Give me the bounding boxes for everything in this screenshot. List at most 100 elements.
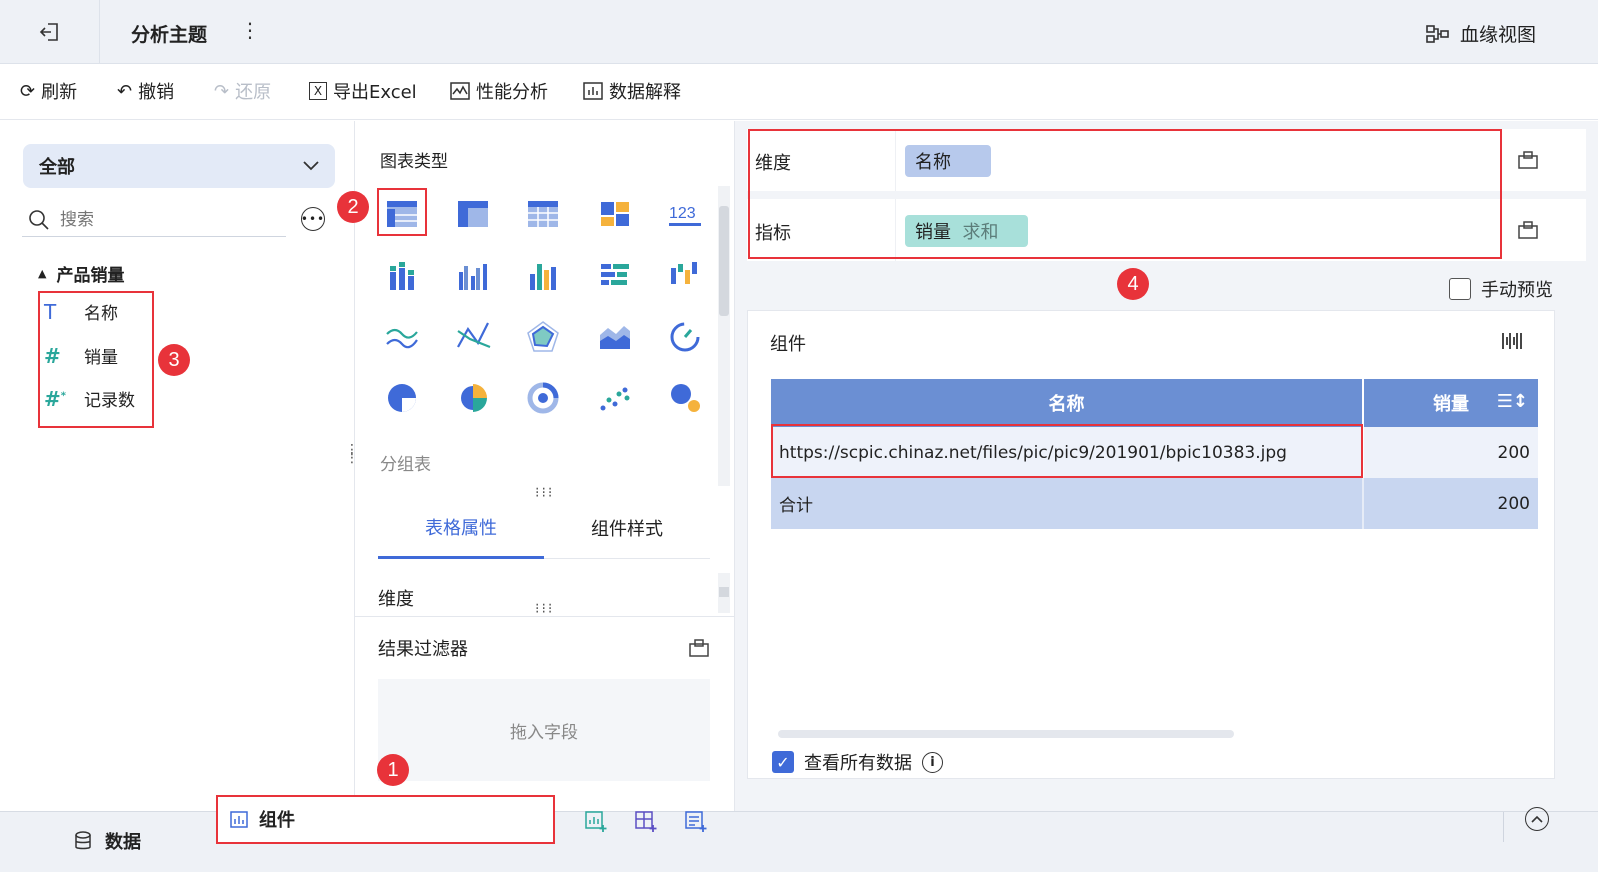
stacked-column-icon[interactable] [384,258,420,294]
url-cell-highlight [771,424,1363,478]
tab-table-properties[interactable]: 表格属性 [378,497,544,559]
column-chart-icon[interactable] [525,258,561,294]
info-icon[interactable]: i [922,751,943,773]
add-report-icon[interactable] [684,809,708,833]
undo-button[interactable]: ↶ 撤销 [117,78,174,104]
gauge-chart-icon[interactable] [667,319,703,355]
view-all-data-label: 查看所有数据 [804,753,912,774]
view-all-data-toggle[interactable]: ✓ 查看所有数据 i [772,749,943,775]
fields-highlight [748,129,1502,259]
database-icon [75,831,91,850]
table-header-row: 名称 销量 ☰↕ [771,379,1538,427]
manual-preview-label: 手动预览 [1481,280,1553,301]
data-explain-button[interactable]: 数据解释 [583,78,681,104]
bubble-chart-icon[interactable] [667,380,703,416]
dimension-section-label: 维度 [378,589,414,610]
field-search[interactable] [22,203,286,237]
column-header-sales-label: 销量 [1433,394,1469,415]
add-chart-icon[interactable] [584,809,608,833]
annotation-badge-3: 3 [158,344,190,376]
collapse-panel-button[interactable] [1525,807,1549,831]
donut-chart-icon[interactable] [525,380,561,416]
lineage-view-button[interactable]: 血缘视图 [1426,20,1536,47]
refresh-button[interactable]: ⟳ 刷新 [20,78,77,104]
undo-icon: ↶ [117,80,133,102]
add-table-icon[interactable] [634,809,658,833]
metric-settings-icon[interactable] [1517,220,1539,240]
exit-button[interactable] [0,0,100,64]
excel-icon: X [309,82,327,100]
redo-button[interactable]: ↷ 还原 [214,78,271,104]
dimension-settings-icon[interactable] [1517,150,1539,170]
result-filter-title: 结果过滤器 [378,639,468,660]
pie-chart-icon[interactable] [384,380,420,416]
export-label: 导出Excel [333,82,417,103]
waterfall-chart-icon[interactable] [667,258,703,294]
filter-drop-zone[interactable]: 拖入字段 [378,679,710,781]
divider [355,616,735,617]
field-panel: 全部 ••• ▲ 产品销量 T 名称 # 销量 #* 记录数 ⋮⋮ [0,121,359,811]
table-cell-sales: 200 [1497,442,1530,463]
polyline-chart-icon[interactable] [455,319,491,355]
chart-grid-scrollbar[interactable] [718,186,730,486]
search-icon [29,209,49,230]
scatter-chart-icon[interactable] [597,380,633,416]
lineage-label: 血缘视图 [1460,24,1537,46]
redo-label: 还原 [235,82,272,103]
drag-handle[interactable]: ⁝⁝⁝ [535,601,554,617]
field-group-name: 产品销量 [56,266,125,286]
kpi-card-icon[interactable] [597,196,633,232]
field-group[interactable]: ▲ 产品销量 [38,261,124,286]
data-explain-icon [583,82,603,100]
total-label: 合计 [771,478,1364,529]
scope-select[interactable]: 全部 [23,144,335,188]
column-header-sales[interactable]: 销量 ☰↕ [1363,379,1538,427]
field-list-highlight [38,291,154,428]
chevron-up-icon [1531,815,1543,823]
annotation-badge-2: 2 [337,191,369,223]
filter-settings-icon[interactable] [688,638,710,658]
grouped-column-icon[interactable] [455,258,491,294]
chevron-down-icon [303,161,319,171]
page-title: 分析主题 [131,24,208,46]
annotation-badge-4: 4 [1117,268,1149,300]
tab-component-style[interactable]: 组件样式 [544,497,710,559]
more-options-icon[interactable]: ••• [301,207,325,231]
checkbox-checked-icon[interactable]: ✓ [772,751,794,773]
svg-text:123: 123 [669,205,696,222]
bar-chart-icon[interactable] [597,258,633,294]
manual-preview-checkbox[interactable] [1449,278,1471,300]
preview-panel: 维度 名称 指标 销量 求和 4 手动预览 组件 名称 销量 ☰↕ https:… [735,121,1598,811]
detail-table-icon[interactable] [525,196,561,232]
column-header-name[interactable]: 名称 [771,379,1364,427]
redo-icon: ↷ [214,80,230,102]
component-title: 组件 [770,334,806,355]
search-input[interactable] [60,209,260,230]
table-total-row: 合计 200 [771,478,1538,529]
performance-button[interactable]: 性能分析 [450,78,548,104]
property-tabs: 表格属性 组件样式 [378,497,710,559]
chart-config-panel: 图表类型 123 2 分组表 ⁝⁝⁝ 表格属性 组件样式 维度 ⁝⁝⁝ 结果过滤… [337,121,735,811]
tab-data-label: 数据 [105,832,141,853]
barcode-icon[interactable] [1501,331,1523,351]
data-explain-label: 数据解释 [609,82,681,103]
horizontal-scrollbar[interactable] [778,730,1234,738]
export-excel-button[interactable]: X 导出Excel [309,78,417,104]
selected-chart-name: 分组表 [380,455,431,475]
performance-label: 性能分析 [476,82,548,103]
tab-data[interactable]: 数据 [73,828,141,854]
performance-icon [450,82,470,100]
exit-icon [39,23,58,41]
undo-label: 撤销 [138,82,175,103]
radar-chart-icon[interactable] [525,319,561,355]
properties-scrollbar[interactable] [718,573,730,613]
line-chart-icon[interactable] [384,319,420,355]
number-indicator-icon[interactable]: 123 [667,196,703,232]
toolbar: ⟳ 刷新 ↶ 撤销 ↷ 还原 X 导出Excel 性能分析 数据解释 [0,64,1598,120]
manual-preview-toggle[interactable]: 手动预览 [1449,276,1553,302]
sort-icon[interactable]: ☰↕ [1497,391,1528,412]
rose-chart-icon[interactable] [455,380,491,416]
area-chart-icon[interactable] [597,319,633,355]
cross-table-icon[interactable] [455,196,491,232]
more-menu-icon[interactable]: ⋮ [240,18,260,42]
